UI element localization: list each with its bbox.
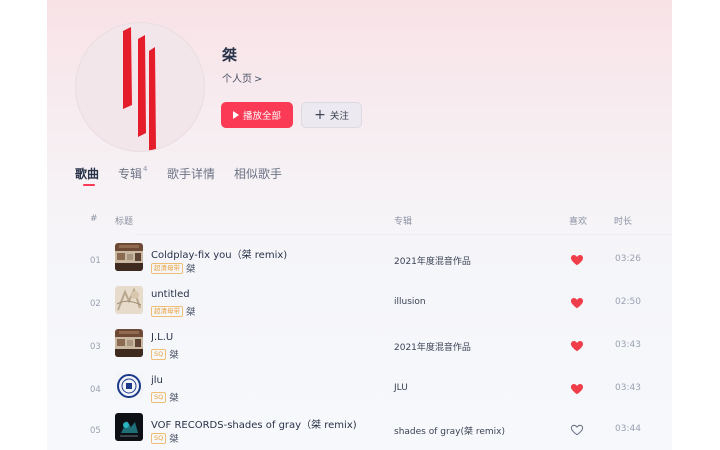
table-row[interactable]: 01 Coldplay-fix you（桀 remix) 超清母带 桀 2021… bbox=[87, 241, 667, 281]
track-album[interactable]: JLU bbox=[394, 383, 408, 393]
chevron-right-icon: > bbox=[254, 74, 263, 85]
track-meta: SQ 桀 bbox=[151, 347, 179, 361]
track-singer[interactable]: 桀 bbox=[186, 261, 196, 275]
artist-page: 桀 个人页 > 播放全部 + 关注 歌曲 专辑4 歌手详情 相似歌手 # 标题 专… bbox=[47, 0, 672, 450]
track-title[interactable]: untitled bbox=[151, 289, 190, 300]
quality-badge: 超清母带 bbox=[151, 262, 183, 274]
heart-filled-icon[interactable] bbox=[570, 382, 584, 396]
track-cover bbox=[115, 243, 143, 271]
table-row[interactable]: 03 J.L.U SQ 桀 2021年度混音作品 03:43 bbox=[87, 327, 667, 367]
column-header-index: # bbox=[90, 214, 98, 224]
quality-badge: SQ bbox=[151, 432, 167, 444]
tab-albums-count: 4 bbox=[143, 165, 148, 173]
track-duration: 03:43 bbox=[615, 340, 641, 350]
heart-filled-icon[interactable] bbox=[570, 253, 584, 267]
column-header-duration: 时长 bbox=[614, 217, 633, 227]
collage-cover-icon bbox=[115, 329, 143, 357]
track-meta: 超清母带 桀 bbox=[151, 261, 196, 275]
tab-artist-details[interactable]: 歌手详情 bbox=[167, 165, 215, 182]
tab-similar-artists[interactable]: 相似歌手 bbox=[234, 165, 282, 182]
track-title[interactable]: VOF RECORDS-shades of gray（桀 remix) bbox=[151, 416, 357, 431]
dark-cover-icon bbox=[115, 413, 143, 441]
follow-label: 关注 bbox=[329, 111, 349, 122]
track-title[interactable]: jlu bbox=[151, 375, 163, 386]
track-singer[interactable]: 桀 bbox=[169, 431, 179, 445]
quality-badge: SQ bbox=[151, 348, 167, 360]
track-title[interactable]: Coldplay-fix you（桀 remix) bbox=[151, 246, 287, 261]
play-icon bbox=[232, 111, 239, 119]
track-cover bbox=[115, 413, 143, 441]
heart-filled-icon[interactable] bbox=[570, 296, 584, 310]
track-cover bbox=[115, 329, 143, 357]
tab-artist-details-label: 歌手详情 bbox=[167, 167, 216, 181]
table-header-divider bbox=[135, 234, 672, 235]
plus-icon: + bbox=[314, 106, 326, 123]
track-duration: 03:44 bbox=[615, 424, 641, 434]
play-all-label: 播放全部 bbox=[242, 111, 281, 122]
artist-avatar bbox=[75, 22, 205, 152]
seal-cover-icon bbox=[115, 372, 143, 400]
track-duration: 03:26 bbox=[615, 254, 641, 264]
table-row[interactable]: 04 jlu SQ 桀 JLU 03:43 bbox=[87, 370, 667, 410]
track-index: 04 bbox=[90, 385, 101, 395]
track-index: 05 bbox=[90, 426, 101, 436]
profile-link-label: 个人页 bbox=[222, 74, 252, 85]
column-header-album: 专辑 bbox=[394, 217, 413, 227]
tab-songs-label: 歌曲 bbox=[75, 167, 100, 181]
profile-link[interactable]: 个人页 > bbox=[222, 70, 262, 85]
tab-songs[interactable]: 歌曲 bbox=[75, 165, 99, 182]
track-meta: SQ 桀 bbox=[151, 431, 179, 445]
track-album[interactable]: 2021年度混音作品 bbox=[394, 340, 471, 353]
track-cover bbox=[115, 286, 143, 314]
sketch-cover-icon bbox=[115, 286, 143, 314]
column-header-like: 喜欢 bbox=[569, 217, 588, 227]
track-album[interactable]: 2021年度混音作品 bbox=[394, 254, 471, 267]
heart-outline-icon[interactable] bbox=[570, 423, 584, 437]
track-cover bbox=[115, 372, 143, 400]
track-singer[interactable]: 桀 bbox=[186, 304, 196, 318]
active-tab-indicator bbox=[83, 184, 95, 186]
quality-badge: 超清母带 bbox=[151, 305, 183, 317]
play-all-button[interactable]: 播放全部 bbox=[221, 102, 293, 128]
tab-similar-artists-label: 相似歌手 bbox=[234, 167, 283, 181]
follow-button[interactable]: + 关注 bbox=[301, 102, 362, 128]
track-album[interactable]: shades of gray(桀 remix) bbox=[394, 424, 505, 437]
table-row[interactable]: 05 VOF RECORDS-shades of gray（桀 remix) S… bbox=[87, 411, 667, 450]
track-meta: SQ 桀 bbox=[151, 390, 179, 404]
quality-badge: SQ bbox=[151, 391, 167, 403]
track-duration: 03:43 bbox=[615, 383, 641, 393]
table-row[interactable]: 02 untitled 超清母带 桀 illusion 02:50 bbox=[87, 284, 667, 324]
track-album[interactable]: illusion bbox=[394, 297, 426, 307]
tab-albums[interactable]: 专辑4 bbox=[118, 165, 147, 182]
track-index: 02 bbox=[90, 299, 101, 309]
track-singer[interactable]: 桀 bbox=[169, 390, 179, 404]
tab-albums-label: 专辑 bbox=[118, 167, 143, 181]
track-index: 03 bbox=[90, 342, 101, 352]
column-header-title: 标题 bbox=[115, 217, 134, 227]
artist-name: 桀 bbox=[222, 46, 238, 64]
track-singer[interactable]: 桀 bbox=[169, 347, 179, 361]
track-meta: 超清母带 桀 bbox=[151, 304, 196, 318]
track-index: 01 bbox=[90, 256, 101, 266]
collage-cover-icon bbox=[115, 243, 143, 271]
track-title[interactable]: J.L.U bbox=[151, 332, 173, 343]
skrillex-logo-icon bbox=[123, 27, 156, 151]
heart-filled-icon[interactable] bbox=[570, 339, 584, 353]
track-duration: 02:50 bbox=[615, 297, 641, 307]
